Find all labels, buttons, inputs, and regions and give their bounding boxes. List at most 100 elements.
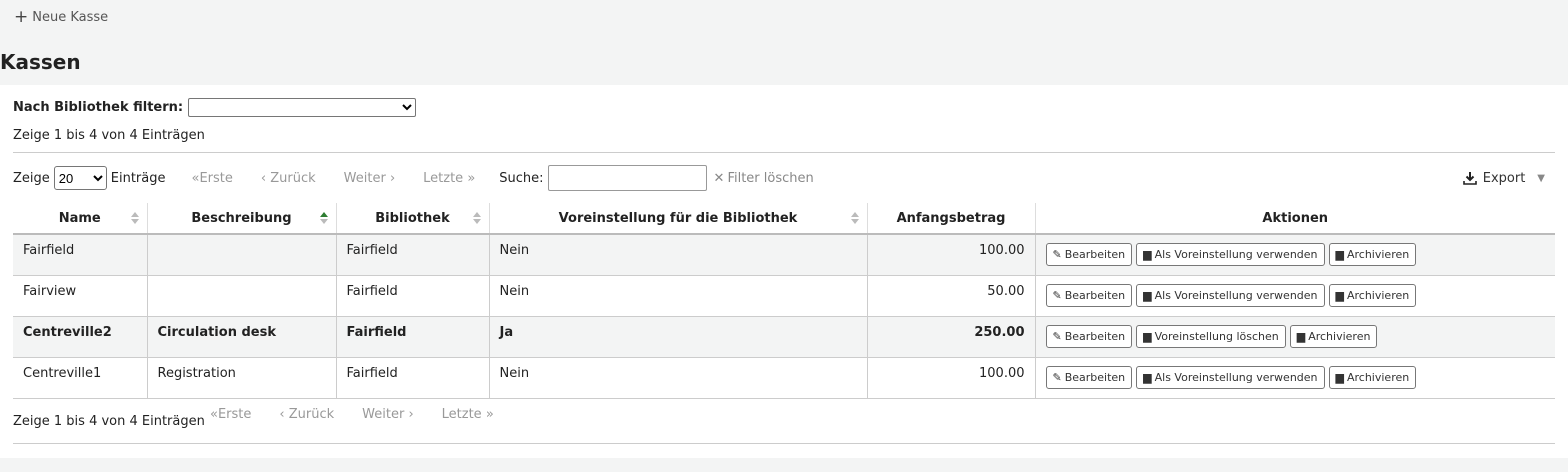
archive-button[interactable]: ▆ Archivieren <box>1289 324 1378 348</box>
edit-button[interactable]: ✎ Bearbeiten <box>1045 243 1133 266</box>
cell-amount: 250.00 <box>867 316 1036 358</box>
archive-button[interactable]: ▆ Archivieren <box>1328 283 1417 307</box>
archive-icon: ▆ <box>1335 248 1344 261</box>
column-header-library[interactable]: Bibliothek <box>336 203 490 235</box>
cell-actions: ✎ Bearbeiten ▆ Voreinstellung löschen ▆ Archi… <box>1035 316 1555 358</box>
chevron-right-icon: › <box>385 170 396 186</box>
column-header-default[interactable]: Voreinstellung für die Bibliothek <box>489 203 868 235</box>
edit-label: Bearbeiten <box>1064 370 1126 384</box>
cell-amount: 100.00 <box>867 357 1036 399</box>
make-default-label: Als Voreinstellung verwenden <box>1154 370 1318 384</box>
page-next-button[interactable]: Weiter › <box>362 407 414 422</box>
length-label-entries: Einträge <box>110 170 166 186</box>
column-header-label: Aktionen <box>1262 210 1329 226</box>
make-default-label: Als Voreinstellung verwenden <box>1154 288 1318 302</box>
page-prev-label: Zurück <box>270 170 316 186</box>
new-register-label: Neue Kasse <box>32 10 109 25</box>
cell-actions: ✎ Bearbeiten ▆ Als Voreinstellung verwenden… <box>1035 234 1555 276</box>
plus-icon: + <box>14 7 29 27</box>
pagination-bottom: «Erste ‹ Zurück Weiter › Letzte » <box>210 407 494 422</box>
archive-label: Archivieren <box>1346 248 1410 261</box>
clear-filter-label: Filter löschen <box>727 170 814 186</box>
pagination-top: «Erste ‹ Zurück Weiter › Letzte » <box>192 171 476 186</box>
page-next-label: Weiter <box>362 407 405 422</box>
page-last-button[interactable]: Letzte » <box>442 407 494 422</box>
page-title: Kassen <box>0 50 81 74</box>
page-prev-button[interactable]: ‹ Zurück <box>279 407 334 422</box>
archive-button[interactable]: ▆ Archivieren <box>1328 243 1417 266</box>
edit-label: Bearbeiten <box>1064 288 1126 302</box>
edit-button[interactable]: ✎ Bearbeiten <box>1045 365 1133 389</box>
page-prev-label: Zurück <box>288 407 335 422</box>
archive-icon: ▆ <box>1296 329 1306 343</box>
archive-icon: ▆ <box>1335 288 1344 302</box>
table-row: Centreville1 Registration Fairfield Nein… <box>13 357 1555 399</box>
column-header-actions: Aktionen <box>1035 203 1555 235</box>
page-first-button[interactable]: «Erste <box>210 407 251 422</box>
column-header-label: Anfangsbetrag <box>896 210 1006 226</box>
column-header-label: Voreinstellung für die Bibliothek <box>558 210 798 226</box>
sort-icon <box>130 212 139 224</box>
column-header-label: Beschreibung <box>191 210 292 226</box>
library-filter-select[interactable] <box>188 98 417 117</box>
column-header-description[interactable]: Beschreibung <box>147 203 337 235</box>
make-default-button[interactable]: ▆ Als Voreinstellung verwenden <box>1136 283 1325 307</box>
table-info-top: Zeige 1 bis 4 von 4 Einträgen <box>13 128 205 143</box>
page-length-select[interactable]: 20 <box>53 166 107 190</box>
make-default-button[interactable]: ▆ Als Voreinstellung verwenden <box>1136 365 1325 389</box>
column-header-name[interactable]: Name <box>13 203 148 235</box>
column-header-amount: Anfangsbetrag <box>867 203 1036 235</box>
clear-default-button[interactable]: ▆ Voreinstellung löschen <box>1136 324 1286 348</box>
pencil-icon: ✎ <box>1052 288 1062 302</box>
chevron-left-icon: ‹ <box>260 170 271 186</box>
edit-button[interactable]: ✎ Bearbeiten <box>1045 324 1133 348</box>
column-header-label: Name <box>58 210 101 226</box>
registers-table: Name Beschreibung Bibliothek Voreinstell… <box>13 203 1555 399</box>
cell-amount: 100.00 <box>867 234 1036 276</box>
table-row: Centreville2 Circulation desk Fairfield … <box>13 316 1555 358</box>
page-first-button[interactable]: «Erste <box>192 171 233 186</box>
cell-description <box>147 234 337 276</box>
new-register-button[interactable]: + Neue Kasse <box>14 7 109 27</box>
archive-label: Archivieren <box>1346 370 1410 384</box>
cell-default: Nein <box>489 234 868 276</box>
page-prev-button[interactable]: ‹ Zurück <box>261 171 316 186</box>
make-default-button[interactable]: ▆ Als Voreinstellung verwenden <box>1136 243 1325 266</box>
archive-icon: ▆ <box>1143 288 1152 302</box>
table-row: Fairfield Fairfield Nein 100.00 ✎ Bearbei… <box>13 234 1555 276</box>
page-last-button[interactable]: Letzte » <box>423 171 475 186</box>
make-default-label: Als Voreinstellung verwenden <box>1154 248 1318 261</box>
export-button[interactable]: Export ▼ <box>1462 171 1545 186</box>
cell-library: Fairfield <box>336 357 490 399</box>
caret-down-icon: ▼ <box>1537 172 1545 184</box>
search-input[interactable] <box>547 165 707 191</box>
cell-name: Fairfield <box>13 234 148 276</box>
double-chevron-right-icon: » <box>463 170 476 186</box>
cell-default: Nein <box>489 275 868 317</box>
toolbar: + Neue Kasse <box>0 0 1568 38</box>
cell-actions: ✎ Bearbeiten ▆ Als Voreinstellung verwenden… <box>1035 275 1555 317</box>
page-next-label: Weiter <box>343 170 386 186</box>
archive-icon: ▆ <box>1143 329 1152 343</box>
cell-actions: ✎ Bearbeiten ▆ Als Voreinstellung verwenden… <box>1035 357 1555 399</box>
cell-description: Registration <box>147 357 337 399</box>
table-row: Fairview Fairfield Nein 50.00 ✎ Bearbeite… <box>13 275 1555 317</box>
pencil-icon: ✎ <box>1052 329 1062 343</box>
chevron-left-icon: ‹ <box>279 407 289 422</box>
archive-label: Archivieren <box>1308 329 1371 343</box>
column-header-label: Bibliothek <box>375 210 450 226</box>
archive-icon: ▆ <box>1143 248 1152 261</box>
download-icon <box>1462 172 1477 185</box>
clear-filter-button[interactable]: ✕ Filter löschen <box>714 171 814 186</box>
edit-button[interactable]: ✎ Bearbeiten <box>1045 283 1133 307</box>
double-chevron-left-icon: « <box>210 407 218 422</box>
table-controls: Zeige 20 Einträge «Erste ‹ Zurück Weiter… <box>13 165 1555 191</box>
divider-top <box>13 152 1555 153</box>
archive-button[interactable]: ▆ Archivieren <box>1328 365 1417 389</box>
main-panel: Nach Bibliothek filtern: Zeige 1 bis 4 v… <box>0 85 1568 458</box>
divider-bottom <box>13 443 1555 444</box>
page-next-button[interactable]: Weiter › <box>344 171 396 186</box>
archive-icon: ▆ <box>1143 370 1152 384</box>
edit-label: Bearbeiten <box>1064 329 1126 343</box>
chevron-right-icon: › <box>404 407 414 422</box>
